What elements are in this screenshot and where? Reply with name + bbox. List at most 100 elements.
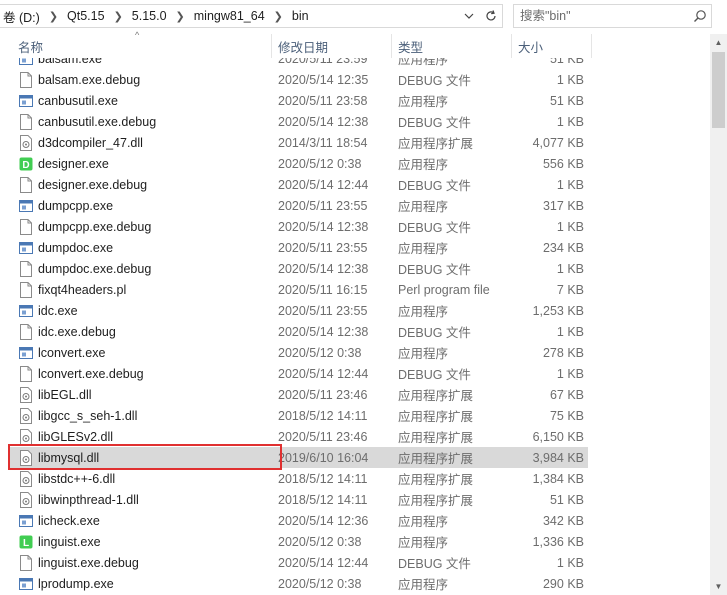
column-header-label: 大小 [518, 40, 544, 55]
address-bar[interactable]: 卷 (D:) ❯ Qt5.15 ❯ 5.15.0 ❯ mingw81_64 ❯ … [0, 4, 503, 28]
column-header-label: 名称 [18, 40, 44, 55]
file-row[interactable]: d3dcompiler_47.dll 2014/3/11 18:54 应用程序扩展 4… [10, 132, 588, 153]
file-name: libmysql.dll [38, 450, 100, 465]
search-icon[interactable] [689, 9, 711, 23]
file-row[interactable]: balsam.exe.debug 2020/5/14 12:35 DEBUG 文件 1… [10, 69, 588, 90]
file-type: 应用程序 [398, 158, 449, 172]
exe-icon [19, 93, 33, 109]
file-size: 1 KB [556, 261, 584, 276]
file-date: 2020/5/12 0:38 [278, 534, 362, 549]
dll-icon [19, 387, 33, 403]
file-date: 2020/5/11 23:55 [278, 198, 368, 213]
scroll-up-button[interactable]: ▲ [710, 34, 727, 51]
file-type: DEBUG 文件 [398, 368, 471, 382]
file-type: DEBUG 文件 [398, 221, 471, 235]
search-input[interactable] [514, 5, 689, 27]
breadcrumb-version[interactable]: 5.15.0 [129, 5, 170, 27]
file-row[interactable]: dumpdoc.exe.debug 2020/5/14 12:38 DEBUG 文件… [10, 258, 588, 279]
file-icon [19, 219, 33, 235]
file-date: 2018/5/12 14:11 [278, 492, 368, 507]
file-row[interactable]: lprodump.exe 2020/5/12 0:38 应用程序 290 KB [10, 573, 588, 594]
breadcrumb-bin[interactable]: bin [289, 5, 312, 27]
exe-icon [19, 303, 33, 319]
file-row[interactable]: balsam.exe 2020/5/11 23:59 应用程序 51 KB [10, 58, 588, 69]
file-row[interactable]: dumpdoc.exe 2020/5/11 23:55 应用程序 234 KB [10, 237, 588, 258]
file-name: libgcc_s_seh-1.dll [38, 408, 138, 423]
file-size: 342 KB [542, 513, 584, 528]
refresh-button[interactable] [480, 5, 502, 27]
breadcrumb-label: mingw81_64 [193, 9, 265, 23]
file-name: d3dcompiler_47.dll [38, 135, 143, 150]
file-row[interactable]: designer.exe.debug 2020/5/14 12:44 DEBUG 文… [10, 174, 588, 195]
exe-icon [19, 345, 33, 361]
file-size: 67 KB [549, 387, 584, 402]
file-row[interactable]: canbusutil.exe.debug 2020/5/14 12:38 DEBUG… [10, 111, 588, 132]
file-type: 应用程序扩展 [398, 389, 474, 403]
file-date: 2020/5/12 0:38 [278, 576, 362, 591]
chevron-right-icon[interactable]: ❯ [108, 10, 129, 23]
file-size: 1 KB [556, 324, 584, 339]
file-icon [19, 324, 33, 340]
file-row[interactable]: lconvert.exe.debug 2020/5/14 12:44 DEBUG 文… [10, 363, 588, 384]
dll-icon [19, 471, 33, 487]
file-row[interactable]: Ddesigner.exe 2020/5/12 0:38 应用程序 556 KB [10, 153, 588, 174]
file-date: 2020/5/14 12:38 [278, 219, 369, 234]
dll-icon [19, 450, 33, 466]
vertical-scrollbar[interactable]: ▲ ▼ [710, 34, 727, 595]
file-name: dumpdoc.exe [38, 240, 114, 255]
file-date: 2020/5/11 23:55 [278, 240, 368, 255]
file-row[interactable]: libGLESv2.dll 2020/5/11 23:46 应用程序扩展 6,150 … [10, 426, 588, 447]
file-row[interactable]: libwinpthread-1.dll 2018/5/12 14:11 应用程序扩展… [10, 489, 588, 510]
file-size: 7 KB [556, 282, 584, 297]
file-name: dumpcpp.exe [38, 198, 114, 213]
file-row[interactable]: dumpcpp.exe 2020/5/11 23:55 应用程序 317 KB [10, 195, 588, 216]
breadcrumb-mingw[interactable]: mingw81_64 [191, 5, 268, 27]
file-row[interactable]: fixqt4headers.pl 2020/5/11 16:15 Perl prog… [10, 279, 588, 300]
file-list[interactable]: balsam.exe 2020/5/11 23:59 应用程序 51 KB balsam… [0, 58, 710, 595]
file-name: lprodump.exe [38, 576, 114, 591]
file-date: 2020/5/14 12:44 [278, 366, 369, 381]
column-header-type[interactable]: 类型 [394, 34, 512, 58]
file-row[interactable]: idc.exe.debug 2020/5/14 12:38 DEBUG 文件 1 KB [10, 321, 588, 342]
scroll-thumb[interactable] [712, 52, 725, 128]
chevron-right-icon[interactable]: ❯ [268, 10, 289, 23]
column-header-label: 类型 [398, 40, 424, 55]
address-dropdown-button[interactable] [458, 5, 480, 27]
column-header-name[interactable]: 名称 [14, 34, 272, 58]
file-row[interactable]: Llinguist.exe 2020/5/12 0:38 应用程序 1,336 KB [10, 531, 588, 552]
file-date: 2020/5/11 23:59 [278, 58, 368, 66]
file-row[interactable]: libEGL.dll 2020/5/11 23:46 应用程序扩展 67 KB [10, 384, 588, 405]
file-type: 应用程序 [398, 515, 449, 529]
exe-icon [19, 198, 33, 214]
file-row[interactable]: libstdc++-6.dll 2018/5/12 14:11 应用程序扩展 1,38… [10, 468, 588, 489]
file-date: 2018/5/12 14:11 [278, 408, 368, 423]
file-type: 应用程序 [398, 305, 449, 319]
file-row[interactable]: lconvert.exe 2020/5/12 0:38 应用程序 278 KB [10, 342, 588, 363]
file-row[interactable]: licheck.exe 2020/5/14 12:36 应用程序 342 KB [10, 510, 588, 531]
file-type: 应用程序 [398, 242, 449, 256]
file-row[interactable]: libgcc_s_seh-1.dll 2018/5/12 14:11 应用程序扩展 7… [10, 405, 588, 426]
breadcrumb-qt[interactable]: Qt5.15 [64, 5, 108, 27]
file-row[interactable]: libmysql.dll 2019/6/10 16:04 应用程序扩展 3,984 K… [10, 447, 588, 468]
chevron-right-icon[interactable]: ❯ [43, 10, 64, 23]
file-name: linguist.exe [38, 534, 101, 549]
file-size: 1,384 KB [532, 471, 584, 486]
file-row[interactable]: canbusutil.exe 2020/5/11 23:58 应用程序 51 KB [10, 90, 588, 111]
breadcrumb-drive[interactable]: 卷 (D:) [0, 5, 43, 27]
column-header-date[interactable]: 修改日期 [274, 34, 392, 58]
file-date: 2020/5/14 12:38 [278, 324, 369, 339]
breadcrumb-label: bin [291, 9, 309, 23]
chevron-right-icon[interactable]: ❯ [170, 10, 191, 23]
file-row[interactable]: linguist.exe.debug 2020/5/14 12:44 DEBUG 文… [10, 552, 588, 573]
column-header-size[interactable]: 大小 [514, 34, 592, 58]
file-date: 2020/5/14 12:38 [278, 261, 369, 276]
file-type: DEBUG 文件 [398, 179, 471, 193]
file-row[interactable]: idc.exe 2020/5/11 23:55 应用程序 1,253 KB [10, 300, 588, 321]
file-name: linguist.exe.debug [38, 555, 139, 570]
file-date: 2020/5/11 23:55 [278, 303, 368, 318]
search-box[interactable] [513, 4, 712, 28]
file-size: 317 KB [542, 198, 584, 213]
file-row[interactable]: dumpcpp.exe.debug 2020/5/14 12:38 DEBUG 文件… [10, 216, 588, 237]
scroll-down-button[interactable]: ▼ [710, 578, 727, 595]
file-type: 应用程序 [398, 578, 449, 592]
